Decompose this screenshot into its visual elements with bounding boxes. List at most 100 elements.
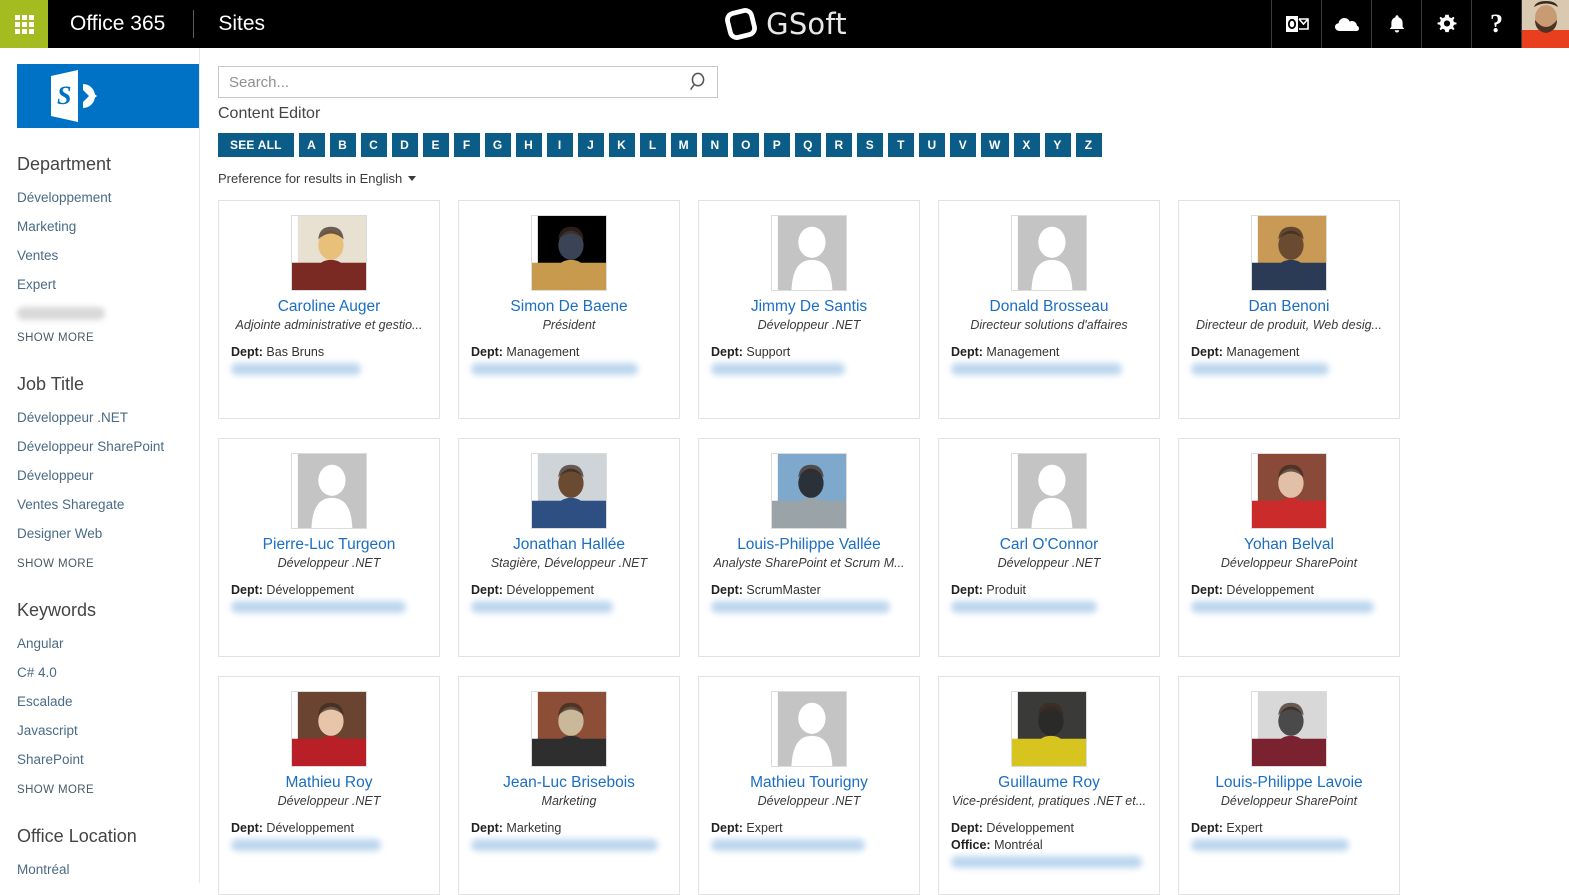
refiner-item-designer-web[interactable]: Designer Web [17,519,199,548]
alpha-filter-h[interactable]: H [515,133,542,157]
person-name-link[interactable]: Dan Benoni [1191,297,1387,316]
alpha-filter-o[interactable]: O [732,133,759,157]
person-email-redacted[interactable] [711,601,890,613]
refiner-item-angular[interactable]: Angular [17,629,199,658]
refiner-item-ventes-sharegate[interactable]: Ventes Sharegate [17,490,199,519]
person-card[interactable]: Simon De Baene Président Dept: Management [458,200,680,419]
refiner-item-csharp40[interactable]: C# 4.0 [17,658,199,687]
user-avatar[interactable] [1521,0,1569,48]
alpha-filter-c[interactable]: C [360,133,387,157]
refiner-item-developpement[interactable]: Développement [17,183,199,212]
person-email-redacted[interactable] [1191,363,1329,375]
refiner-item-developpeur-sharepoint[interactable]: Développeur SharePoint [17,432,199,461]
show-more-department[interactable]: SHOW MORE [17,328,199,348]
person-email-redacted[interactable] [1191,601,1374,613]
alpha-filter-r[interactable]: R [825,133,852,157]
refiner-item-expert[interactable]: Expert [17,270,199,299]
alpha-filter-k[interactable]: K [608,133,635,157]
person-card[interactable]: Louis-Philippe Vallée Analyste SharePoint… [698,438,920,657]
person-name-link[interactable]: Pierre-Luc Turgeon [231,535,427,554]
refiner-item-developpeur[interactable]: Développeur [17,461,199,490]
search-icon[interactable] [681,67,717,97]
alpha-filter-t[interactable]: T [887,133,914,157]
refiner-item-ventes[interactable]: Ventes [17,241,199,270]
alpha-filter-n[interactable]: N [701,133,728,157]
person-name-link[interactable]: Donald Brosseau [951,297,1147,316]
person-email-redacted[interactable] [951,363,1122,375]
alpha-filter-x[interactable]: X [1013,133,1040,157]
person-name-link[interactable]: Mathieu Roy [231,773,427,792]
alpha-filter-e[interactable]: E [422,133,449,157]
help-icon[interactable]: ? [1471,0,1521,48]
person-name-link[interactable]: Yohan Belval [1191,535,1387,554]
person-name-link[interactable]: Louis-Philippe Lavoie [1191,773,1387,792]
alpha-filter-a[interactable]: A [298,133,325,157]
refiner-item-marketing[interactable]: Marketing [17,212,199,241]
refiner-item-escalade[interactable]: Escalade [17,687,199,716]
person-card[interactable]: Pierre-Luc Turgeon Développeur .NET Dept: … [218,438,440,657]
office365-brand-link[interactable]: Office 365 [48,0,193,48]
person-card[interactable]: Dan Benoni Directeur de produit, Web desi… [1178,200,1400,419]
alpha-filter-see-all[interactable]: SEE ALL [218,133,294,157]
refiner-item-redacted[interactable] [17,307,105,320]
alpha-filter-p[interactable]: P [763,133,790,157]
alpha-filter-y[interactable]: Y [1044,133,1071,157]
person-email-redacted[interactable] [711,363,845,375]
language-preference-dropdown[interactable]: Preference for results in English [218,171,417,186]
person-email-redacted[interactable] [951,601,1097,613]
person-card[interactable]: Mathieu Roy Développeur .NET Dept: Dévelop… [218,676,440,895]
alpha-filter-b[interactable]: B [329,133,356,157]
person-email-redacted[interactable] [231,839,381,851]
alpha-filter-z[interactable]: Z [1075,133,1102,157]
person-name-link[interactable]: Jimmy De Santis [711,297,907,316]
person-card[interactable]: Caroline Auger Adjointe administrative et… [218,200,440,419]
alpha-filter-i[interactable]: I [546,133,573,157]
person-card[interactable]: Mathieu Tourigny Développeur .NET Dept: Ex… [698,676,920,895]
onedrive-icon[interactable] [1321,0,1371,48]
alpha-filter-u[interactable]: U [918,133,945,157]
person-name-link[interactable]: Jonathan Hallée [471,535,667,554]
search-box[interactable] [218,66,718,98]
person-email-redacted[interactable] [231,601,406,613]
alpha-filter-v[interactable]: V [949,133,976,157]
person-email-redacted[interactable] [471,363,638,375]
person-card[interactable]: Jonathan Hallée Stagière, Développeur .NE… [458,438,680,657]
person-email-redacted[interactable] [1191,839,1349,851]
person-email-redacted[interactable] [471,839,658,851]
person-email-redacted[interactable] [951,856,1142,868]
refiner-item-javascript[interactable]: Javascript [17,716,199,745]
person-name-link[interactable]: Louis-Philippe Vallée [711,535,907,554]
sharepoint-logo[interactable]: S [17,64,199,128]
alpha-filter-w[interactable]: W [980,133,1009,157]
refiner-item-sharepoint[interactable]: SharePoint [17,745,199,774]
person-email-redacted[interactable] [711,839,865,851]
person-name-link[interactable]: Mathieu Tourigny [711,773,907,792]
notifications-bell-icon[interactable] [1371,0,1421,48]
alpha-filter-q[interactable]: Q [794,133,821,157]
person-email-redacted[interactable] [231,363,361,375]
person-card[interactable]: Jimmy De Santis Développeur .NET Dept: Sup… [698,200,920,419]
person-card[interactable]: Louis-Philippe Lavoie Développeur SharePo… [1178,676,1400,895]
alpha-filter-f[interactable]: F [453,133,480,157]
alpha-filter-g[interactable]: G [484,133,511,157]
refiner-item-developpeur-net[interactable]: Développeur .NET [17,403,199,432]
alpha-filter-d[interactable]: D [391,133,418,157]
person-card[interactable]: Guillaume Roy Vice-président, pratiques .… [938,676,1160,895]
sites-link[interactable]: Sites [194,0,289,48]
outlook-icon[interactable] [1271,0,1321,48]
alpha-filter-s[interactable]: S [856,133,883,157]
person-name-link[interactable]: Simon De Baene [471,297,667,316]
person-name-link[interactable]: Carl O'Connor [951,535,1147,554]
app-launcher-button[interactable] [0,0,48,48]
show-more-keywords[interactable]: SHOW MORE [17,780,199,800]
alpha-filter-j[interactable]: J [577,133,604,157]
show-more-job-title[interactable]: SHOW MORE [17,554,199,574]
person-card[interactable]: Yohan Belval Développeur SharePoint Dept: … [1178,438,1400,657]
person-name-link[interactable]: Guillaume Roy [951,773,1147,792]
person-card[interactable]: Carl O'Connor Développeur .NET Dept: Produ… [938,438,1160,657]
search-input[interactable] [219,67,681,97]
alpha-filter-l[interactable]: L [639,133,666,157]
alpha-filter-m[interactable]: M [670,133,697,157]
settings-gear-icon[interactable] [1421,0,1471,48]
person-name-link[interactable]: Jean-Luc Brisebois [471,773,667,792]
